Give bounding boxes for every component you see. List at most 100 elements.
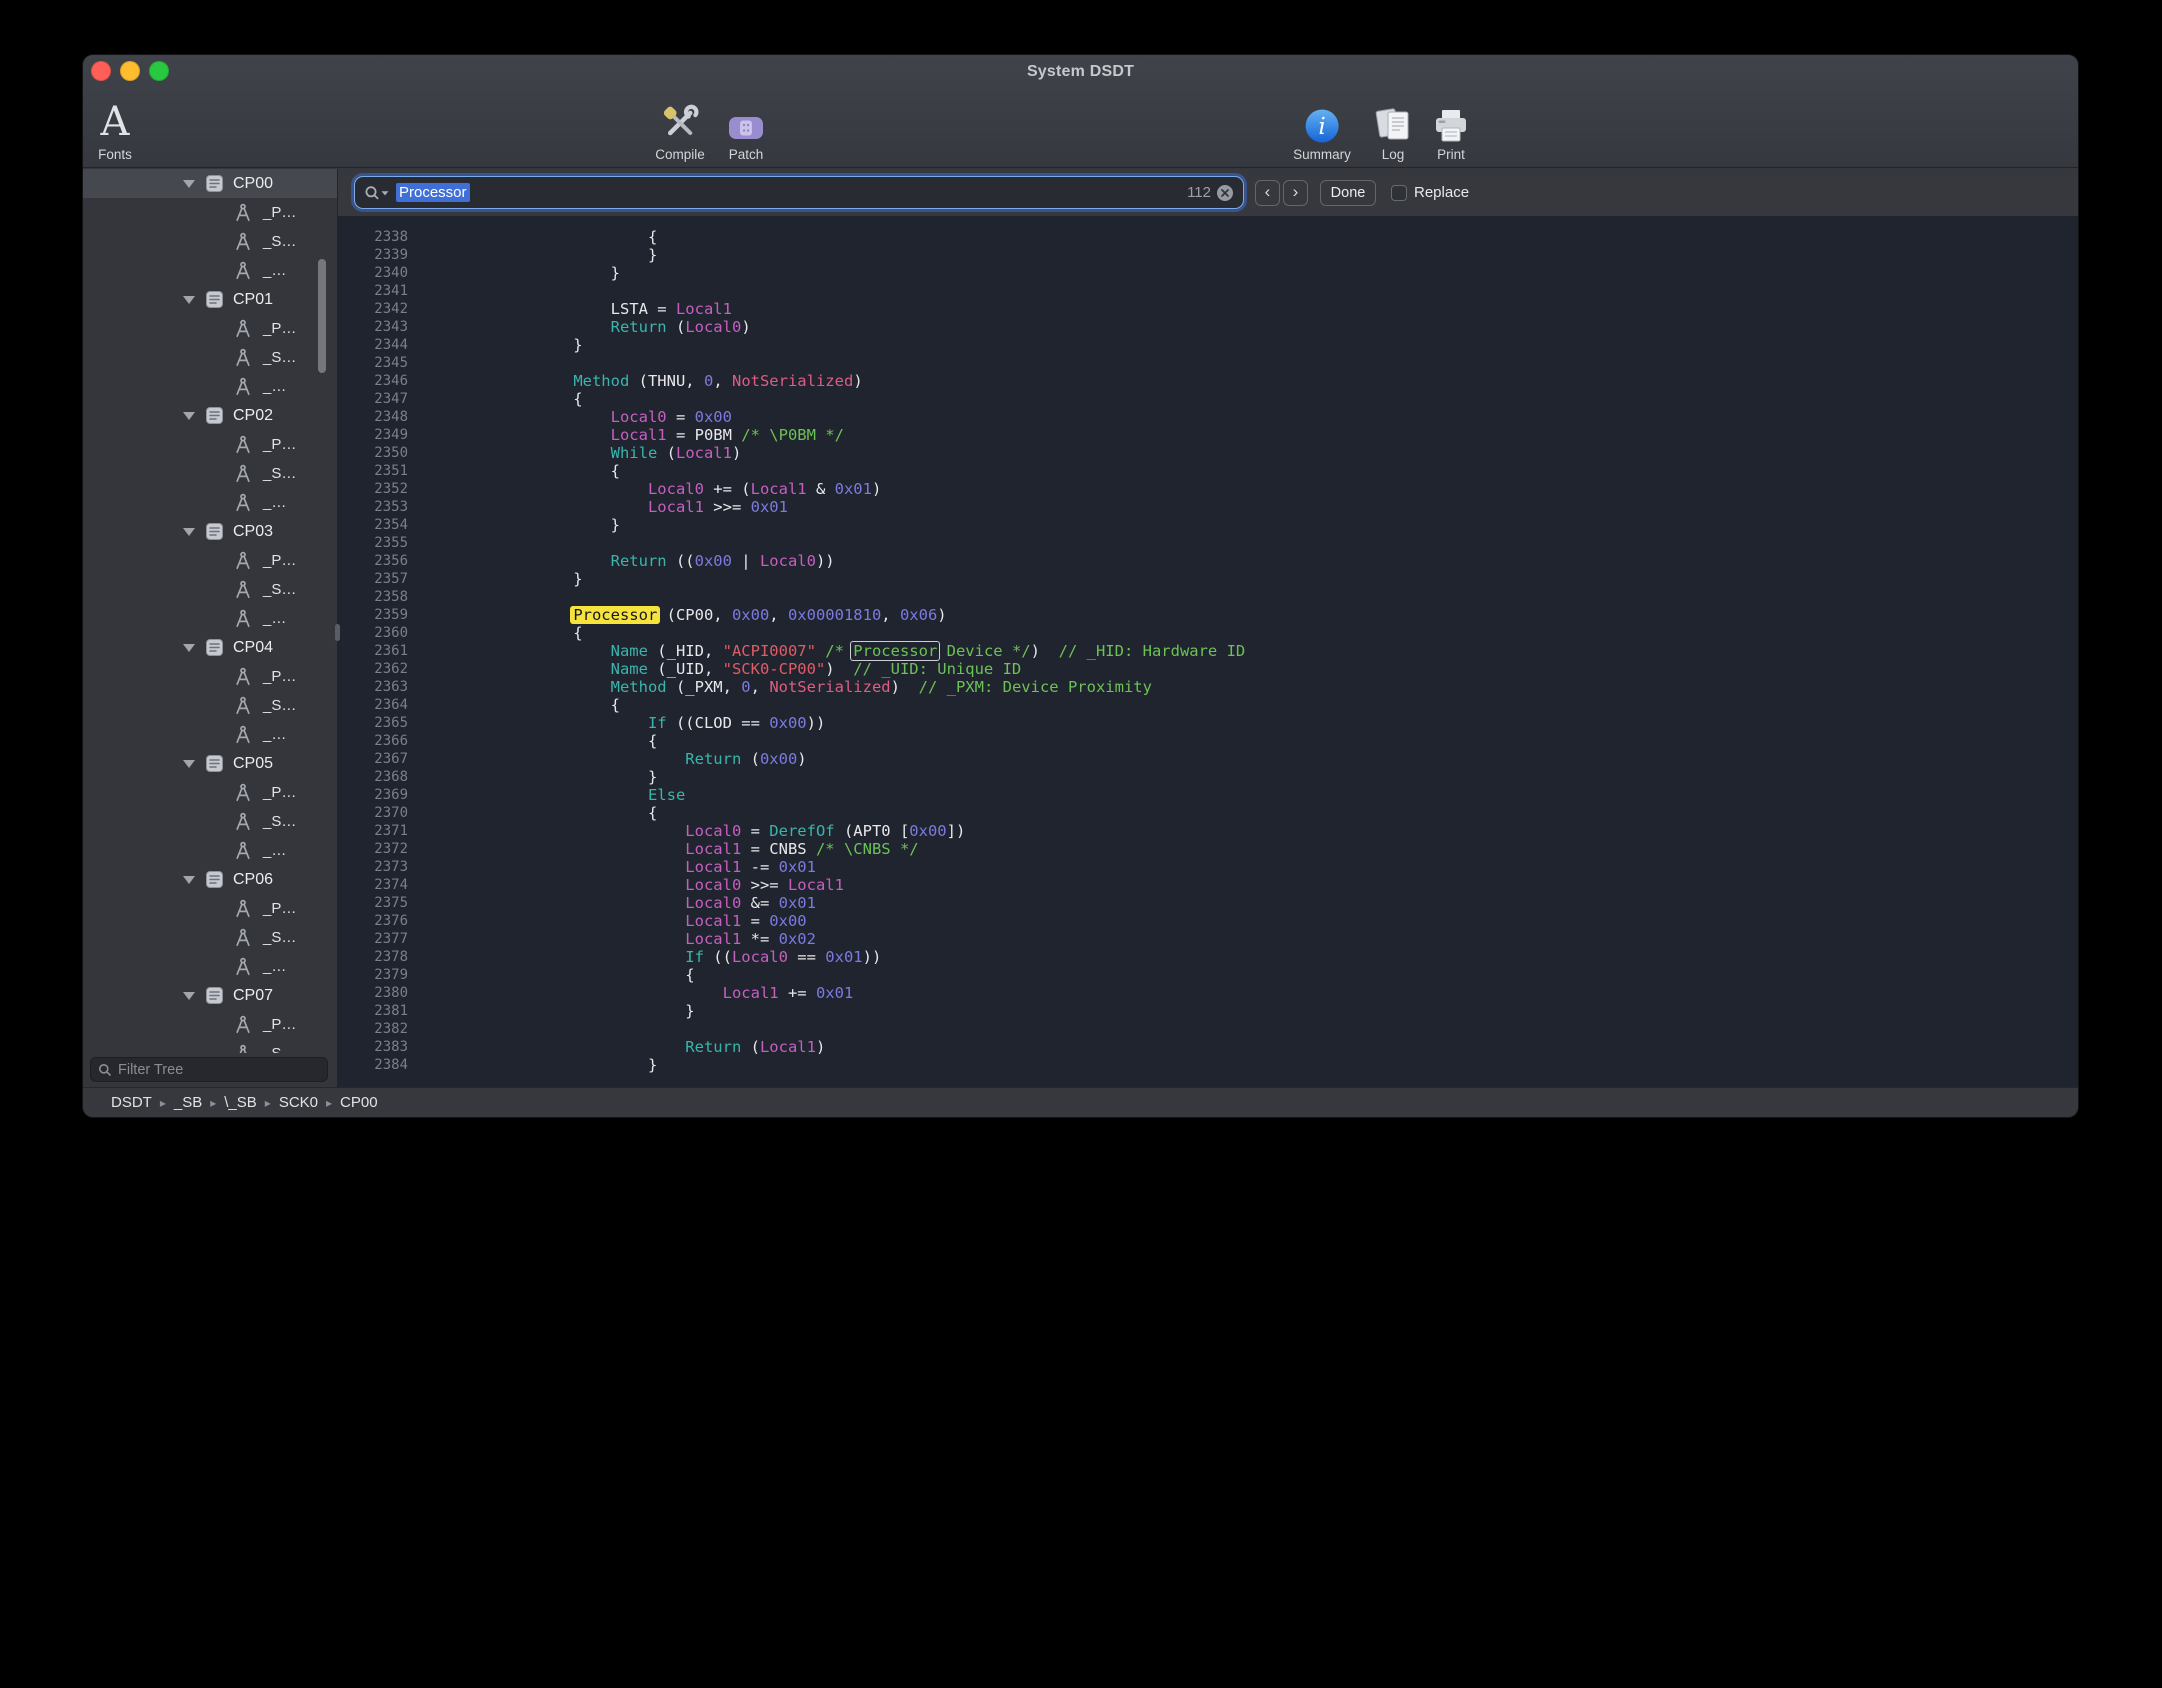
sidebar-item[interactable]: _S… <box>83 459 337 488</box>
tree-item-label: _S… <box>263 349 296 366</box>
close-button[interactable] <box>91 61 111 81</box>
sidebar-item[interactable]: _… <box>83 952 337 981</box>
breadcrumb-item[interactable]: \_SB <box>224 1094 257 1111</box>
sidebar-item[interactable]: _P… <box>83 894 337 923</box>
method-icon <box>233 957 253 977</box>
sidebar-item[interactable]: _P… <box>83 1010 337 1039</box>
code-line: 2357 } <box>338 570 2078 588</box>
method-icon <box>233 725 253 745</box>
minimize-button[interactable] <box>120 61 140 81</box>
replace-label[interactable]: Replace <box>1414 184 1469 201</box>
code-line: 2375 Local0 &= 0x01 <box>338 894 2078 912</box>
sidebar-item[interactable]: _… <box>83 720 337 749</box>
zoom-button[interactable] <box>149 61 169 81</box>
pane-splitter[interactable] <box>337 169 338 1087</box>
code-line: 2372 Local1 = CNBS /* \CNBS */ <box>338 840 2078 858</box>
clear-search-button[interactable] <box>1216 184 1234 202</box>
code-line: 2381 } <box>338 1002 2078 1020</box>
sidebar-item[interactable]: _S… <box>83 227 337 256</box>
window-title: System DSDT <box>83 55 2078 88</box>
sidebar-item[interactable]: _S… <box>83 575 337 604</box>
sidebar-item[interactable]: _S… <box>83 1039 337 1053</box>
tree-item-label: CP07 <box>233 987 273 1005</box>
disclosure-triangle-icon[interactable] <box>183 528 195 536</box>
code-line: 2354 } <box>338 516 2078 534</box>
method-icon <box>233 232 253 252</box>
scope-icon <box>204 521 225 542</box>
tree-item-label: CP02 <box>233 407 273 425</box>
disclosure-triangle-icon[interactable] <box>183 296 195 304</box>
method-icon <box>233 261 253 281</box>
sidebar-item[interactable]: _… <box>83 604 337 633</box>
sidebar-group-CP04[interactable]: CP04 <box>83 633 337 662</box>
replace-checkbox[interactable] <box>1391 185 1407 201</box>
sidebar-item[interactable]: _P… <box>83 778 337 807</box>
code-line: 2364 { <box>338 696 2078 714</box>
scope-icon <box>204 405 225 426</box>
code-editor[interactable]: 2338 {2339 }2340 }23412342 LSTA = Local1… <box>338 216 2078 1087</box>
sidebar-item[interactable]: _S… <box>83 343 337 372</box>
sidebar-group-CP05[interactable]: CP05 <box>83 749 337 778</box>
sidebar-item[interactable]: _S… <box>83 923 337 952</box>
find-next-button[interactable]: › <box>1283 180 1308 206</box>
print-button[interactable]: Print <box>1432 92 1470 162</box>
compile-label: Compile <box>655 147 705 162</box>
disclosure-triangle-icon[interactable] <box>183 760 195 768</box>
find-input[interactable]: Processor 112 <box>355 177 1243 208</box>
code-line: 2366 { <box>338 732 2078 750</box>
code-line: 2345 <box>338 354 2078 372</box>
breadcrumb-item[interactable]: DSDT <box>111 1094 152 1111</box>
breadcrumb-item[interactable]: CP00 <box>340 1094 378 1111</box>
sidebar-item[interactable]: _S… <box>83 807 337 836</box>
tree-item-label: _P… <box>263 900 296 917</box>
search-menu-icon[interactable] <box>364 185 391 201</box>
breadcrumb-item[interactable]: _SB <box>174 1094 202 1111</box>
sidebar-item[interactable]: _P… <box>83 314 337 343</box>
sidebar-item[interactable]: _S… <box>83 691 337 720</box>
done-button[interactable]: Done <box>1320 180 1376 206</box>
disclosure-triangle-icon[interactable] <box>183 180 195 188</box>
line-number: 2347 <box>338 390 408 408</box>
log-button[interactable]: Log <box>1373 92 1413 162</box>
sidebar-item[interactable]: _P… <box>83 198 337 227</box>
line-number: 2345 <box>338 354 408 372</box>
sidebar-group-CP06[interactable]: CP06 <box>83 865 337 894</box>
sidebar-group-CP03[interactable]: CP03 <box>83 517 337 546</box>
sidebar-group-CP07[interactable]: CP07 <box>83 981 337 1010</box>
sidebar-group-CP01[interactable]: CP01 <box>83 285 337 314</box>
patch-button[interactable]: Patch <box>727 92 765 162</box>
find-previous-button[interactable]: ‹ <box>1255 180 1280 206</box>
line-number: 2354 <box>338 516 408 534</box>
disclosure-triangle-icon[interactable] <box>183 992 195 1000</box>
code-line: 2343 Return (Local0) <box>338 318 2078 336</box>
sidebar-item[interactable]: _… <box>83 372 337 401</box>
sidebar-item[interactable]: _… <box>83 836 337 865</box>
sidebar-item[interactable]: _… <box>83 256 337 285</box>
fonts-button[interactable]: A Fonts <box>98 92 132 162</box>
sidebar-group-CP02[interactable]: CP02 <box>83 401 337 430</box>
line-number: 2358 <box>338 588 408 606</box>
sidebar-item[interactable]: _… <box>83 488 337 517</box>
method-icon <box>233 1044 253 1054</box>
splitter-handle-icon[interactable] <box>335 624 340 641</box>
disclosure-triangle-icon[interactable] <box>183 412 195 420</box>
sidebar-item[interactable]: _P… <box>83 662 337 691</box>
line-number: 2348 <box>338 408 408 426</box>
sidebar-scrollbar[interactable] <box>318 259 326 373</box>
compile-button[interactable]: Compile <box>655 92 705 162</box>
code-line: 2378 If ((Local0 == 0x01)) <box>338 948 2078 966</box>
toolbar: A Fonts Compile <box>83 88 2078 168</box>
code-line: 2377 Local1 *= 0x02 <box>338 930 2078 948</box>
sidebar-item[interactable]: _P… <box>83 546 337 575</box>
code-line: 2351 { <box>338 462 2078 480</box>
summary-button[interactable]: i Summary <box>1293 92 1351 162</box>
sidebar-group-CP00[interactable]: CP00 <box>83 169 337 198</box>
code-line: 2362 Name (_UID, "SCK0-CP00") // _UID: U… <box>338 660 2078 678</box>
disclosure-triangle-icon[interactable] <box>183 876 195 884</box>
disclosure-triangle-icon[interactable] <box>183 644 195 652</box>
line-number: 2341 <box>338 282 408 300</box>
tree-item-label: CP06 <box>233 871 273 889</box>
sidebar-item[interactable]: _P… <box>83 430 337 459</box>
filter-tree-field[interactable]: Filter Tree <box>90 1057 328 1082</box>
breadcrumb-item[interactable]: SCK0 <box>279 1094 318 1111</box>
